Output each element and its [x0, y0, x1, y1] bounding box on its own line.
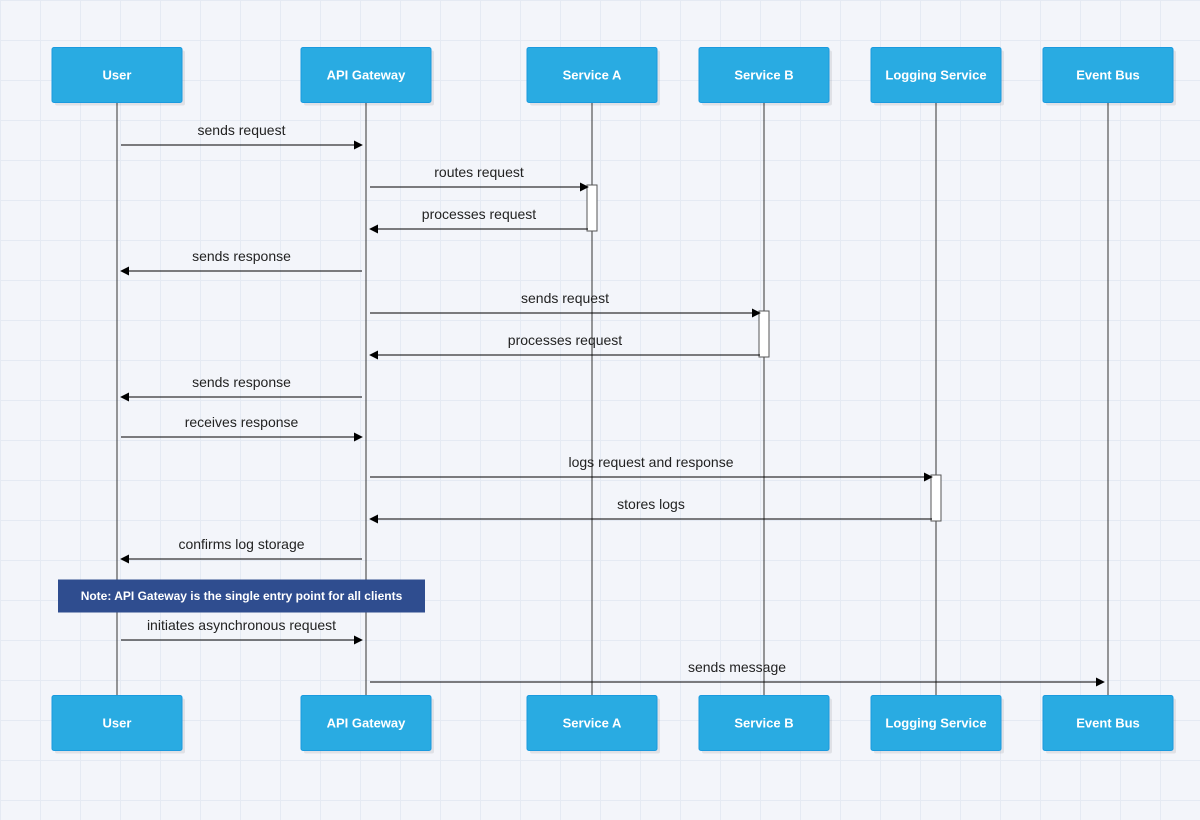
- message-label-7: receives response: [185, 414, 299, 430]
- message-label-4: sends request: [521, 290, 609, 306]
- participant-label-gateway-top: API Gateway: [327, 67, 407, 82]
- participant-label-bus-bottom: Event Bus: [1076, 715, 1140, 730]
- message-label-0: sends request: [198, 122, 286, 138]
- participant-label-user-top: User: [103, 67, 132, 82]
- participant-label-svca-bottom: Service A: [563, 715, 622, 730]
- participant-label-log-top: Logging Service: [885, 67, 986, 82]
- message-label-5: processes request: [508, 332, 623, 348]
- note-label: Note: API Gateway is the single entry po…: [81, 589, 403, 603]
- message-label-2: processes request: [422, 206, 537, 222]
- message-label-1: routes request: [434, 164, 524, 180]
- activation-svca: [587, 185, 597, 231]
- participant-label-log-bottom: Logging Service: [885, 715, 986, 730]
- message-label-6: sends response: [192, 374, 291, 390]
- participant-label-bus-top: Event Bus: [1076, 67, 1140, 82]
- participant-label-user-bottom: User: [103, 715, 132, 730]
- activation-svcb: [759, 311, 769, 357]
- message-label-3: sends response: [192, 248, 291, 264]
- message-label-9: stores logs: [617, 496, 685, 512]
- message-label-8: logs request and response: [569, 454, 734, 470]
- participant-label-svca-top: Service A: [563, 67, 622, 82]
- message-label-11: initiates asynchronous request: [147, 617, 336, 633]
- message-label-10: confirms log storage: [178, 536, 304, 552]
- participant-label-svcb-top: Service B: [734, 67, 793, 82]
- sequence-diagram: sends request routes request processes req…: [0, 0, 1200, 820]
- participant-label-gateway-bottom: API Gateway: [327, 715, 407, 730]
- message-label-12: sends message: [688, 659, 786, 675]
- activation-log: [931, 475, 941, 521]
- participant-label-svcb-bottom: Service B: [734, 715, 793, 730]
